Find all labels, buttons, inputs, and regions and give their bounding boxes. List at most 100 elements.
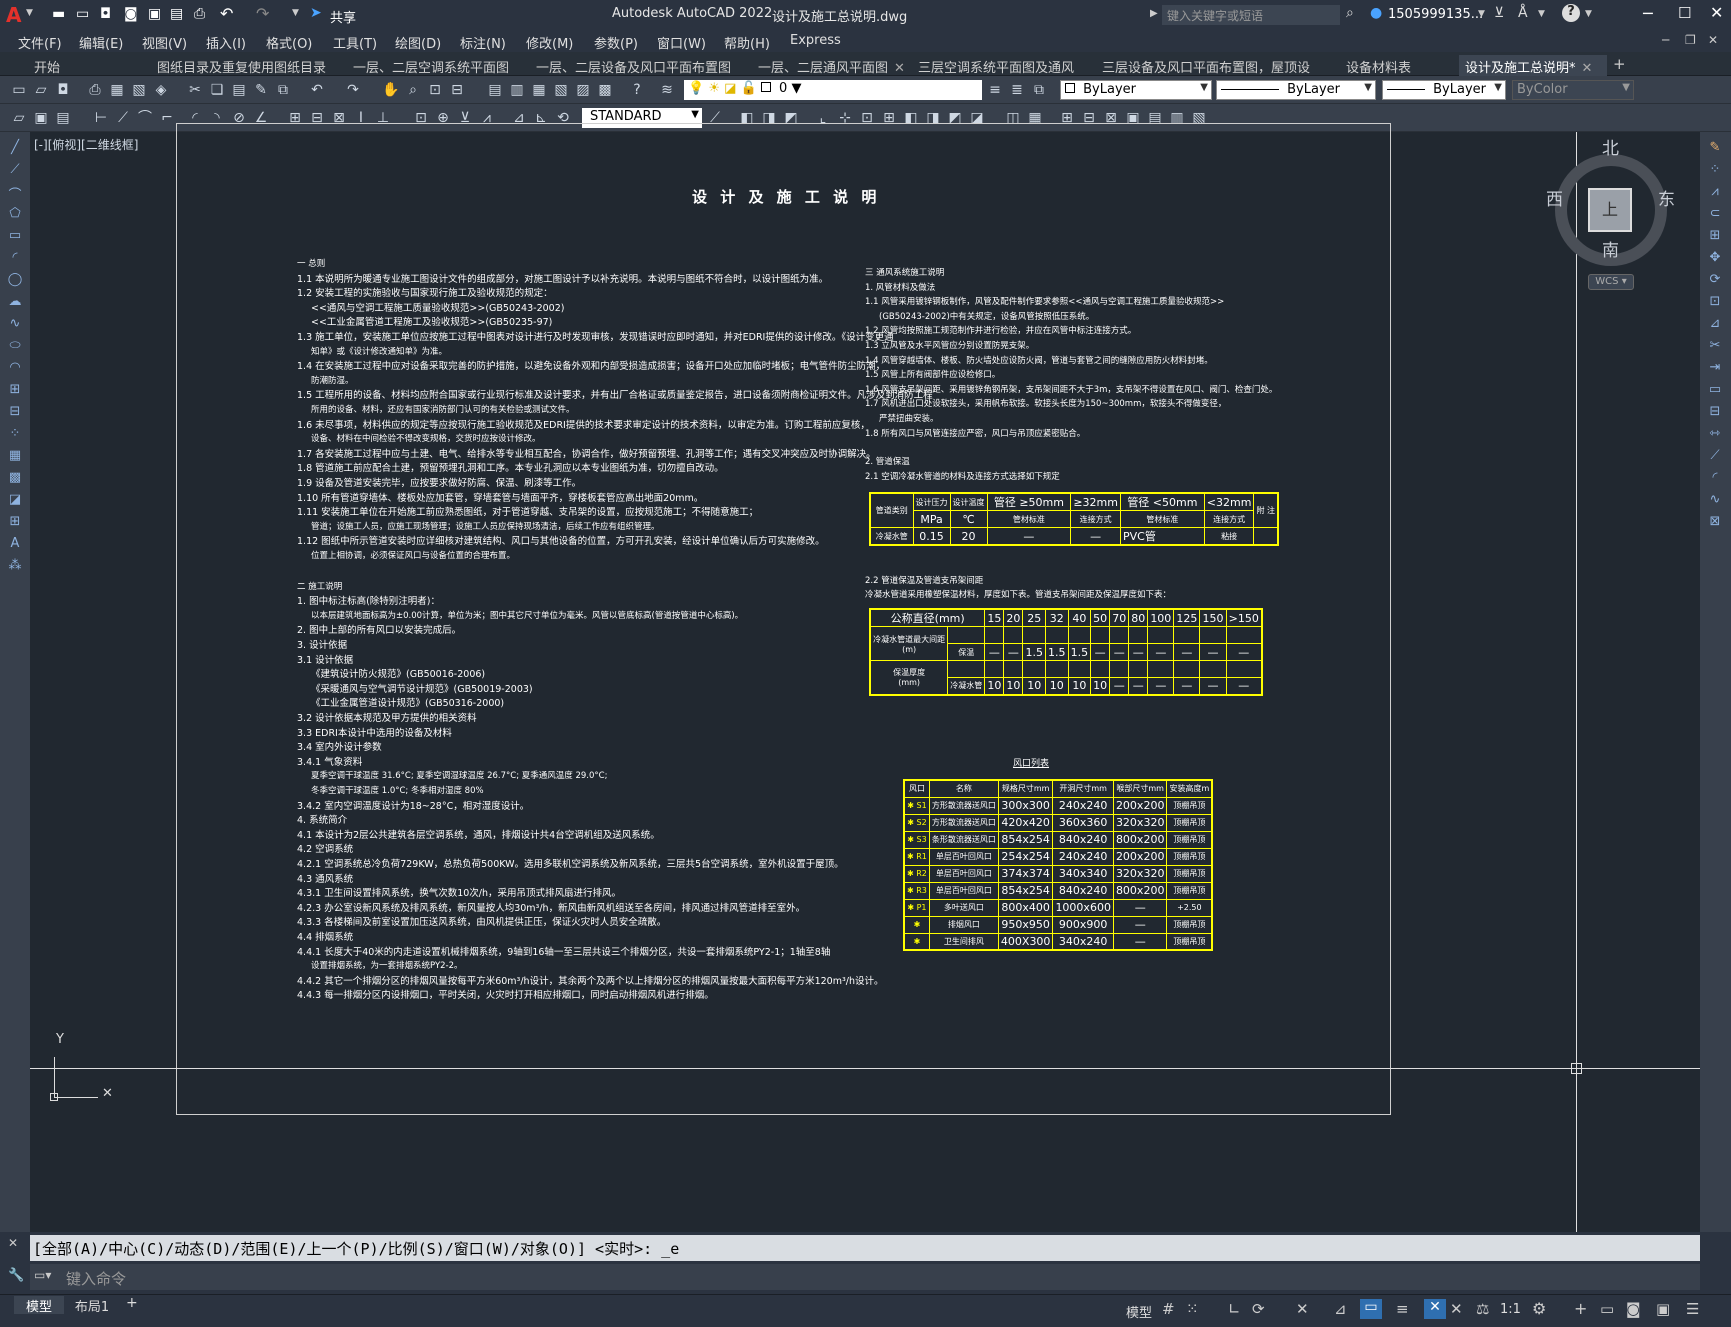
cut-icon[interactable]: ✂ bbox=[186, 81, 204, 99]
search-input[interactable]: 键入关键字或短语 bbox=[1162, 5, 1340, 25]
hatch-icon[interactable]: ▦ bbox=[6, 448, 24, 466]
plot-preview-icon[interactable]: ▦ bbox=[108, 81, 126, 99]
maximize-icon[interactable]: ☐ bbox=[1678, 4, 1691, 22]
wcs-menu[interactable]: WCS ▾ bbox=[1588, 274, 1634, 290]
tool-palettes-icon[interactable]: ▦ bbox=[530, 81, 548, 99]
point-icon[interactable]: ⁘ bbox=[6, 426, 24, 444]
menu-parametric[interactable]: 参数(P) bbox=[594, 33, 638, 52]
plot-icon[interactable]: ⎙ bbox=[194, 6, 205, 22]
spline-icon[interactable]: ∿ bbox=[6, 316, 24, 334]
calculator-icon[interactable]: ▩ bbox=[596, 81, 614, 99]
menu-view[interactable]: 视图(V) bbox=[142, 33, 187, 52]
menu-modify[interactable]: 修改(M) bbox=[526, 33, 573, 52]
tab-layout1[interactable]: 布局1 bbox=[66, 1296, 118, 1315]
line-icon[interactable]: ╱ bbox=[6, 140, 24, 158]
tab-drawing-index[interactable]: 图纸目录及重复使用图纸目录✕ bbox=[151, 55, 341, 91]
tab-ac-plan-3[interactable]: 三层空调系统平面图及通风✕ bbox=[912, 55, 1094, 91]
trim-icon[interactable]: ✂ bbox=[1706, 338, 1724, 356]
save-icon[interactable]: ◘ bbox=[54, 81, 72, 99]
viewport-label[interactable]: [-][俯视][二维线框] bbox=[34, 136, 138, 153]
explode-icon[interactable]: ⊠ bbox=[1706, 514, 1724, 532]
minimize-icon[interactable]: ─ bbox=[1643, 4, 1653, 23]
chevron-down-icon[interactable]: ▼ bbox=[791, 81, 801, 96]
chevron-down-icon[interactable]: ▼ bbox=[1200, 82, 1208, 93]
tab-equip-plan-3[interactable]: 三层设备及风口平面布置图，屋顶设备✕ bbox=[1096, 55, 1328, 95]
plot-icon[interactable]: ⎙ bbox=[86, 81, 104, 99]
zoom-previous-icon[interactable]: ⊟ bbox=[448, 81, 466, 99]
move-icon[interactable]: ✥ bbox=[1706, 250, 1724, 268]
doc-restore-icon[interactable]: ❐ bbox=[1685, 33, 1696, 47]
layer-dropdown[interactable]: 💡 ☀ ◪ 🔓 0 ▼ bbox=[684, 80, 982, 100]
menu-tools[interactable]: 工具(T) bbox=[333, 33, 377, 52]
save-as-icon[interactable]: ◙ bbox=[124, 6, 138, 22]
search-expand-icon[interactable]: ▶ bbox=[1150, 8, 1158, 19]
plotstyle-dropdown[interactable]: ByColor ▼ bbox=[1512, 80, 1634, 100]
units-icon[interactable]: ▭ bbox=[1600, 1300, 1614, 1318]
copy-icon[interactable]: ❏ bbox=[208, 81, 226, 99]
polar-icon[interactable]: ⟳ bbox=[1252, 1300, 1265, 1318]
paste-icon[interactable]: ▤ bbox=[230, 81, 248, 99]
cmd-customize-icon[interactable]: 🔧 bbox=[8, 1268, 24, 1283]
viewcube-south[interactable]: 南 bbox=[1602, 236, 1619, 261]
make-block-icon[interactable]: ⊟ bbox=[6, 404, 24, 422]
chevron-down-icon[interactable]: ▼ bbox=[1364, 82, 1372, 93]
open-icon[interactable]: ▭ bbox=[76, 6, 89, 22]
erase-icon[interactable]: ✎ bbox=[1706, 140, 1724, 158]
circle-icon[interactable]: ◯ bbox=[6, 272, 24, 290]
layer-iso-icon[interactable]: ▤ bbox=[54, 109, 72, 127]
qnew-icon[interactable]: ▭ bbox=[10, 81, 28, 99]
layer-on-icon[interactable]: 💡 bbox=[688, 81, 704, 96]
new-icon[interactable]: ▬ bbox=[52, 6, 65, 22]
save-icon[interactable]: ◘ bbox=[100, 6, 111, 22]
app-menu-arrow-icon[interactable]: ▼ bbox=[26, 8, 33, 18]
layer-change-icon[interactable]: ▣ bbox=[32, 109, 50, 127]
share-button[interactable]: 共享 bbox=[330, 7, 356, 26]
extend-icon[interactable]: ⇥ bbox=[1706, 360, 1724, 378]
tab-vent-plan-1-2[interactable]: 一层、二层通风平面图 ✕ bbox=[752, 55, 912, 76]
customize-arrow-icon[interactable]: ▼ bbox=[292, 8, 299, 18]
annotation-scale-icon[interactable]: ⚖ bbox=[1476, 1300, 1489, 1318]
zoom-window-icon[interactable]: ⊡ bbox=[426, 81, 444, 99]
linetype-dropdown[interactable]: ByLayer ▼ bbox=[1216, 80, 1376, 100]
annotation-monitor-icon[interactable]: + bbox=[1574, 1299, 1587, 1318]
tab-start[interactable]: 开始 bbox=[28, 55, 143, 76]
lineweight-dropdown[interactable]: ByLayer ▼ bbox=[1382, 80, 1506, 100]
search-icon[interactable]: ⌕ bbox=[1346, 5, 1354, 21]
markup-icon[interactable]: ▨ bbox=[574, 81, 592, 99]
mirror-icon[interactable]: ⩘ bbox=[1706, 184, 1724, 202]
block-editor-icon[interactable]: ⧉ bbox=[274, 81, 292, 99]
redo-icon[interactable]: ↷ bbox=[256, 4, 269, 23]
polyline-icon[interactable]: ⌒ bbox=[6, 184, 24, 203]
layer-freeze-icon[interactable]: ◪ bbox=[724, 81, 736, 96]
revcloud-icon[interactable]: ☁ bbox=[6, 294, 24, 312]
arc-icon[interactable]: ◜ bbox=[6, 250, 24, 268]
menu-format[interactable]: 格式(O) bbox=[266, 33, 312, 52]
chevron-down-icon[interactable]: ▼ bbox=[1622, 82, 1630, 93]
design-center-icon[interactable]: ▥ bbox=[508, 81, 526, 99]
stretch-icon[interactable]: ⊿ bbox=[1706, 316, 1724, 334]
isolate-objects-icon[interactable]: ◙ bbox=[1626, 1300, 1641, 1318]
viewcube-east[interactable]: 东 bbox=[1658, 185, 1675, 210]
menu-help[interactable]: 帮助(H) bbox=[724, 33, 770, 52]
cart-icon[interactable]: ⊻ bbox=[1494, 5, 1504, 21]
ortho-icon[interactable]: ∟ bbox=[1228, 1300, 1241, 1318]
workspace-gear-icon[interactable]: ⚙ bbox=[1532, 1299, 1546, 1318]
layer-sun-icon[interactable]: ☀ bbox=[708, 81, 720, 96]
tab-close-icon[interactable]: ✕ bbox=[1582, 61, 1593, 76]
layer-previous-icon[interactable]: ≣ bbox=[1008, 81, 1026, 99]
tab-ac-plan-1-2[interactable]: 一层、二层空调系统平面图✕ bbox=[347, 55, 527, 91]
selection-cycling-icon[interactable]: ▭ bbox=[1360, 1299, 1382, 1319]
undo-icon[interactable]: ↶ bbox=[220, 4, 233, 23]
dim-ordinate-icon[interactable]: ⌐ bbox=[158, 109, 176, 127]
tab-close-icon[interactable]: ✕ bbox=[894, 61, 905, 76]
dim-aligned-icon[interactable]: ⟋ bbox=[114, 109, 132, 127]
viewcube-north[interactable]: 北 bbox=[1602, 134, 1619, 159]
lineweight-icon[interactable]: ≡ bbox=[1396, 1300, 1409, 1318]
new-tab-icon[interactable]: + bbox=[1613, 55, 1626, 73]
close-icon[interactable]: ✕ bbox=[1710, 3, 1723, 22]
rotate-icon[interactable]: ⟳ bbox=[1706, 272, 1724, 290]
cmd-close-icon[interactable]: ✕ bbox=[8, 1236, 18, 1250]
chevron-down-icon[interactable]: ▾ bbox=[1622, 276, 1627, 287]
add-selected-icon[interactable]: ⁂ bbox=[6, 558, 24, 576]
dim-arc-icon[interactable]: ⌒ bbox=[136, 109, 154, 127]
